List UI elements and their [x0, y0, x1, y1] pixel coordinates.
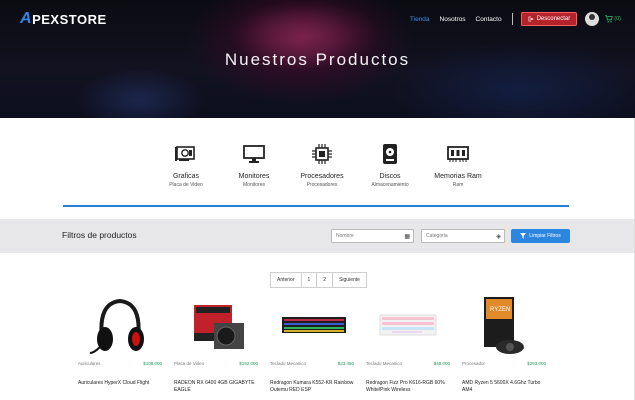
product-price: $192.000 — [239, 361, 258, 366]
nav-divider — [511, 13, 513, 25]
product-name: AMD Ryzen 5 5600X 4.6Ghz Turbo AM4 — [462, 380, 541, 393]
name-filter-placeholder: Nombre — [336, 233, 354, 239]
filter-icon — [520, 233, 527, 239]
disk-icon — [383, 144, 397, 164]
nav-link-tienda[interactable]: Tienda — [410, 16, 430, 23]
product-image — [366, 295, 450, 357]
svg-text:RYZEN: RYZEN — [490, 307, 510, 313]
name-filter-input[interactable]: Nombre ▦ — [331, 229, 414, 243]
category-divider — [63, 205, 569, 207]
category-title: Memorias Ram — [434, 173, 482, 180]
product-card[interactable]: Teclado Mecanico $33.450 Redragon Kumara … — [270, 295, 354, 394]
logo-text: PEXSTORE — [32, 11, 107, 27]
product-category: Teclado Mecanico — [270, 361, 307, 366]
keyboard-black-image — [282, 317, 346, 333]
category-subtitle: Placa de Video — [169, 182, 203, 188]
nav-link-contacto[interactable]: Contacto — [476, 16, 502, 23]
gpu-icon — [175, 146, 195, 161]
headphones-image — [89, 298, 144, 354]
pagination-prev[interactable]: Anterior — [270, 272, 302, 288]
product-category: Teclado Mecanico — [366, 361, 403, 366]
hero-title: Nuestros Productos — [224, 50, 411, 69]
category-title: Procesadores — [300, 173, 344, 180]
product-name: Auriculares HyperX Cloud Flight — [78, 380, 150, 386]
product-image — [270, 295, 354, 357]
logout-button[interactable]: Desconectar — [520, 12, 578, 26]
store-logo[interactable]: A PEXSTORE — [20, 10, 107, 28]
cart-icon — [605, 15, 613, 23]
product-category: Procesador — [462, 361, 486, 366]
product-image — [78, 295, 162, 357]
monitor-icon — [243, 145, 265, 163]
category-filter-input[interactable]: Categoria ◈ — [421, 229, 505, 243]
product-image: RYZEN — [462, 295, 546, 357]
product-name: RADEON RX 6400 4GB GIGABYTE EAGLE — [174, 380, 255, 393]
category-subtitle: Almacenamiento — [371, 182, 409, 188]
category-procesadores[interactable]: Procesadores Procesadores — [288, 143, 356, 188]
keyboard-white-image — [379, 314, 437, 336]
category-monitores[interactable]: Monitores Monitores — [220, 143, 288, 188]
pagination-page-1[interactable]: 1 — [300, 272, 318, 288]
cart-count: (0) — [614, 16, 621, 22]
product-price: $293.000 — [527, 361, 546, 366]
product-card[interactable]: Teclado Mecanico $48.000 Redragon Fizz Pr… — [366, 295, 450, 394]
cart-button[interactable]: (0) — [605, 15, 621, 23]
product-category: Auriculares — [78, 361, 101, 366]
pagination-page-2[interactable]: 2 — [316, 272, 334, 288]
category-list: Graficas Placa de Video Monitores Monito… — [152, 143, 492, 188]
nav-link-nosotros[interactable]: Nosotros — [440, 16, 466, 23]
product-card[interactable]: Auriculares $108.000 Auriculares HyperX C… — [78, 295, 162, 387]
product-card[interactable]: RYZEN Procesador $293.000 AMD Ryzen 5 560… — [462, 295, 546, 394]
product-card[interactable]: Placa de Video $192.000 RADEON RX 6400 4G… — [174, 295, 258, 394]
category-subtitle: Ram — [452, 182, 464, 188]
product-grid: Auriculares $108.000 Auriculares HyperX C… — [76, 295, 566, 400]
product-price: $48.000 — [433, 361, 450, 366]
clear-filters-button[interactable]: Limpiar Filtros — [511, 229, 570, 243]
product-image — [174, 295, 258, 357]
category-memorias-ram[interactable]: Memorias Ram Ram — [424, 143, 492, 188]
category-title: Graficas — [172, 173, 200, 180]
pagination: Anterior 1 2 Siguiente — [270, 272, 367, 288]
product-name: Redragon Fizz Pro K616-RGB 60% White/Pin… — [366, 380, 445, 393]
cpu-icon — [312, 144, 332, 164]
tag-icon: ◈ — [496, 234, 501, 240]
logo-letter: A — [20, 10, 33, 27]
pagination-next[interactable]: Siguiente — [332, 272, 367, 288]
product-price: $33.450 — [337, 361, 354, 366]
logout-icon — [528, 16, 533, 22]
gpu-box-image — [194, 305, 244, 349]
product-name: Redragon Kumara K552-KR Rainbow Outemu R… — [270, 380, 354, 393]
category-subtitle: Procesadores — [306, 182, 338, 188]
product-price: $108.000 — [143, 361, 162, 366]
hero-banner: A PEXSTORE Tienda Nosotros Contacto Desc… — [0, 0, 635, 118]
top-nav: Tienda Nosotros Contacto Desconectar (0) — [400, 12, 621, 26]
calendar-icon: ▦ — [404, 234, 410, 240]
category-title: Discos — [379, 173, 401, 180]
ram-icon — [447, 146, 469, 162]
filter-title: Filtros de productos — [62, 230, 137, 240]
cpu-box-image: RYZEN — [484, 297, 524, 354]
category-discos[interactable]: Discos Almacenamiento — [356, 143, 424, 188]
category-filter-placeholder: Categoria — [426, 233, 448, 239]
logout-label: Desconectar — [536, 16, 571, 22]
filter-bar: Filtros de productos Nombre ▦ Categoria … — [0, 219, 635, 253]
product-category: Placa de Video — [174, 361, 205, 366]
category-subtitle: Monitores — [243, 182, 265, 188]
page: A PEXSTORE Tienda Nosotros Contacto Desc… — [0, 0, 635, 400]
category-graficas[interactable]: Graficas Placa de Video — [152, 143, 220, 188]
user-avatar[interactable] — [585, 12, 600, 26]
clear-filters-label: Limpiar Filtros — [529, 233, 561, 239]
category-title: Monitores — [238, 173, 270, 180]
